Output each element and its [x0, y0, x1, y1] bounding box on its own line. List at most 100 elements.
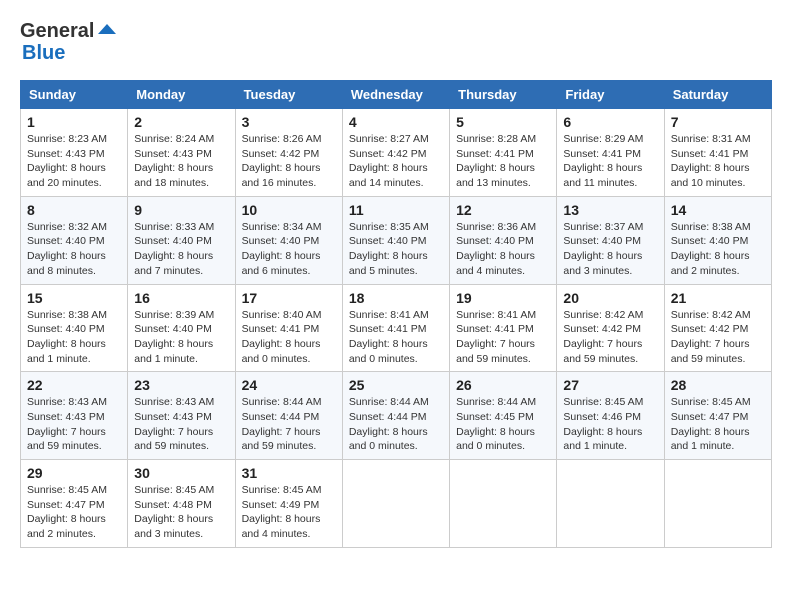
- day-info: Sunrise: 8:44 AM Sunset: 4:44 PM Dayligh…: [349, 395, 443, 454]
- logo-bird-icon: [96, 20, 118, 42]
- calendar-cell: 12 Sunrise: 8:36 AM Sunset: 4:40 PM Dayl…: [450, 196, 557, 284]
- day-info: Sunrise: 8:32 AM Sunset: 4:40 PM Dayligh…: [27, 220, 121, 279]
- calendar-table: SundayMondayTuesdayWednesdayThursdayFrid…: [20, 80, 772, 548]
- day-info: Sunrise: 8:45 AM Sunset: 4:46 PM Dayligh…: [563, 395, 657, 454]
- day-number: 7: [671, 114, 765, 130]
- day-info: Sunrise: 8:35 AM Sunset: 4:40 PM Dayligh…: [349, 220, 443, 279]
- column-header-saturday: Saturday: [664, 81, 771, 109]
- calendar-cell: 9 Sunrise: 8:33 AM Sunset: 4:40 PM Dayli…: [128, 196, 235, 284]
- calendar-cell: [557, 460, 664, 548]
- calendar-cell: 8 Sunrise: 8:32 AM Sunset: 4:40 PM Dayli…: [21, 196, 128, 284]
- day-info: Sunrise: 8:38 AM Sunset: 4:40 PM Dayligh…: [671, 220, 765, 279]
- day-number: 19: [456, 290, 550, 306]
- calendar-cell: 20 Sunrise: 8:42 AM Sunset: 4:42 PM Dayl…: [557, 284, 664, 372]
- logo-container: General Blue: [20, 20, 118, 64]
- calendar-cell: 22 Sunrise: 8:43 AM Sunset: 4:43 PM Dayl…: [21, 372, 128, 460]
- calendar-week-row: 22 Sunrise: 8:43 AM Sunset: 4:43 PM Dayl…: [21, 372, 772, 460]
- calendar-header-row: SundayMondayTuesdayWednesdayThursdayFrid…: [21, 81, 772, 109]
- calendar-cell: 28 Sunrise: 8:45 AM Sunset: 4:47 PM Dayl…: [664, 372, 771, 460]
- calendar-cell: 11 Sunrise: 8:35 AM Sunset: 4:40 PM Dayl…: [342, 196, 449, 284]
- day-number: 27: [563, 377, 657, 393]
- calendar-cell: 13 Sunrise: 8:37 AM Sunset: 4:40 PM Dayl…: [557, 196, 664, 284]
- day-number: 28: [671, 377, 765, 393]
- calendar-cell: 25 Sunrise: 8:44 AM Sunset: 4:44 PM Dayl…: [342, 372, 449, 460]
- calendar-cell: 31 Sunrise: 8:45 AM Sunset: 4:49 PM Dayl…: [235, 460, 342, 548]
- calendar-cell: [342, 460, 449, 548]
- day-number: 20: [563, 290, 657, 306]
- calendar-cell: 24 Sunrise: 8:44 AM Sunset: 4:44 PM Dayl…: [235, 372, 342, 460]
- calendar-cell: 6 Sunrise: 8:29 AM Sunset: 4:41 PM Dayli…: [557, 109, 664, 197]
- day-info: Sunrise: 8:26 AM Sunset: 4:42 PM Dayligh…: [242, 132, 336, 191]
- day-info: Sunrise: 8:39 AM Sunset: 4:40 PM Dayligh…: [134, 308, 228, 367]
- calendar-cell: [450, 460, 557, 548]
- calendar-cell: 17 Sunrise: 8:40 AM Sunset: 4:41 PM Dayl…: [235, 284, 342, 372]
- calendar-cell: 1 Sunrise: 8:23 AM Sunset: 4:43 PM Dayli…: [21, 109, 128, 197]
- day-info: Sunrise: 8:34 AM Sunset: 4:40 PM Dayligh…: [242, 220, 336, 279]
- column-header-monday: Monday: [128, 81, 235, 109]
- day-info: Sunrise: 8:29 AM Sunset: 4:41 PM Dayligh…: [563, 132, 657, 191]
- calendar-cell: 10 Sunrise: 8:34 AM Sunset: 4:40 PM Dayl…: [235, 196, 342, 284]
- day-number: 11: [349, 202, 443, 218]
- day-number: 30: [134, 465, 228, 481]
- day-number: 1: [27, 114, 121, 130]
- day-info: Sunrise: 8:41 AM Sunset: 4:41 PM Dayligh…: [349, 308, 443, 367]
- day-number: 17: [242, 290, 336, 306]
- day-number: 15: [27, 290, 121, 306]
- day-number: 21: [671, 290, 765, 306]
- calendar-cell: 30 Sunrise: 8:45 AM Sunset: 4:48 PM Dayl…: [128, 460, 235, 548]
- day-info: Sunrise: 8:38 AM Sunset: 4:40 PM Dayligh…: [27, 308, 121, 367]
- calendar-week-row: 1 Sunrise: 8:23 AM Sunset: 4:43 PM Dayli…: [21, 109, 772, 197]
- day-info: Sunrise: 8:40 AM Sunset: 4:41 PM Dayligh…: [242, 308, 336, 367]
- column-header-tuesday: Tuesday: [235, 81, 342, 109]
- day-number: 29: [27, 465, 121, 481]
- day-number: 22: [27, 377, 121, 393]
- calendar-cell: 29 Sunrise: 8:45 AM Sunset: 4:47 PM Dayl…: [21, 460, 128, 548]
- day-info: Sunrise: 8:23 AM Sunset: 4:43 PM Dayligh…: [27, 132, 121, 191]
- day-number: 12: [456, 202, 550, 218]
- day-number: 10: [242, 202, 336, 218]
- day-number: 13: [563, 202, 657, 218]
- day-number: 26: [456, 377, 550, 393]
- day-info: Sunrise: 8:36 AM Sunset: 4:40 PM Dayligh…: [456, 220, 550, 279]
- calendar-cell: 14 Sunrise: 8:38 AM Sunset: 4:40 PM Dayl…: [664, 196, 771, 284]
- day-number: 8: [27, 202, 121, 218]
- calendar-week-row: 29 Sunrise: 8:45 AM Sunset: 4:47 PM Dayl…: [21, 460, 772, 548]
- day-info: Sunrise: 8:41 AM Sunset: 4:41 PM Dayligh…: [456, 308, 550, 367]
- day-info: Sunrise: 8:43 AM Sunset: 4:43 PM Dayligh…: [134, 395, 228, 454]
- calendar-cell: 7 Sunrise: 8:31 AM Sunset: 4:41 PM Dayli…: [664, 109, 771, 197]
- header: General Blue: [20, 20, 772, 64]
- day-info: Sunrise: 8:33 AM Sunset: 4:40 PM Dayligh…: [134, 220, 228, 279]
- day-number: 3: [242, 114, 336, 130]
- day-info: Sunrise: 8:45 AM Sunset: 4:47 PM Dayligh…: [27, 483, 121, 542]
- day-info: Sunrise: 8:42 AM Sunset: 4:42 PM Dayligh…: [563, 308, 657, 367]
- day-number: 14: [671, 202, 765, 218]
- calendar-cell: [664, 460, 771, 548]
- calendar-cell: 26 Sunrise: 8:44 AM Sunset: 4:45 PM Dayl…: [450, 372, 557, 460]
- logo-general-text: General: [20, 20, 94, 42]
- calendar-week-row: 15 Sunrise: 8:38 AM Sunset: 4:40 PM Dayl…: [21, 284, 772, 372]
- day-info: Sunrise: 8:45 AM Sunset: 4:48 PM Dayligh…: [134, 483, 228, 542]
- day-number: 18: [349, 290, 443, 306]
- calendar-cell: 15 Sunrise: 8:38 AM Sunset: 4:40 PM Dayl…: [21, 284, 128, 372]
- column-header-thursday: Thursday: [450, 81, 557, 109]
- column-header-sunday: Sunday: [21, 81, 128, 109]
- logo-blue-text: Blue: [22, 42, 118, 64]
- day-number: 5: [456, 114, 550, 130]
- day-number: 9: [134, 202, 228, 218]
- calendar-cell: 27 Sunrise: 8:45 AM Sunset: 4:46 PM Dayl…: [557, 372, 664, 460]
- calendar-cell: 5 Sunrise: 8:28 AM Sunset: 4:41 PM Dayli…: [450, 109, 557, 197]
- day-number: 31: [242, 465, 336, 481]
- calendar-cell: 4 Sunrise: 8:27 AM Sunset: 4:42 PM Dayli…: [342, 109, 449, 197]
- day-info: Sunrise: 8:45 AM Sunset: 4:49 PM Dayligh…: [242, 483, 336, 542]
- day-info: Sunrise: 8:45 AM Sunset: 4:47 PM Dayligh…: [671, 395, 765, 454]
- calendar-cell: 23 Sunrise: 8:43 AM Sunset: 4:43 PM Dayl…: [128, 372, 235, 460]
- calendar-cell: 18 Sunrise: 8:41 AM Sunset: 4:41 PM Dayl…: [342, 284, 449, 372]
- logo: General Blue: [20, 20, 118, 64]
- day-number: 6: [563, 114, 657, 130]
- calendar-cell: 21 Sunrise: 8:42 AM Sunset: 4:42 PM Dayl…: [664, 284, 771, 372]
- day-info: Sunrise: 8:31 AM Sunset: 4:41 PM Dayligh…: [671, 132, 765, 191]
- day-number: 16: [134, 290, 228, 306]
- calendar-cell: 19 Sunrise: 8:41 AM Sunset: 4:41 PM Dayl…: [450, 284, 557, 372]
- column-header-friday: Friday: [557, 81, 664, 109]
- calendar-cell: 16 Sunrise: 8:39 AM Sunset: 4:40 PM Dayl…: [128, 284, 235, 372]
